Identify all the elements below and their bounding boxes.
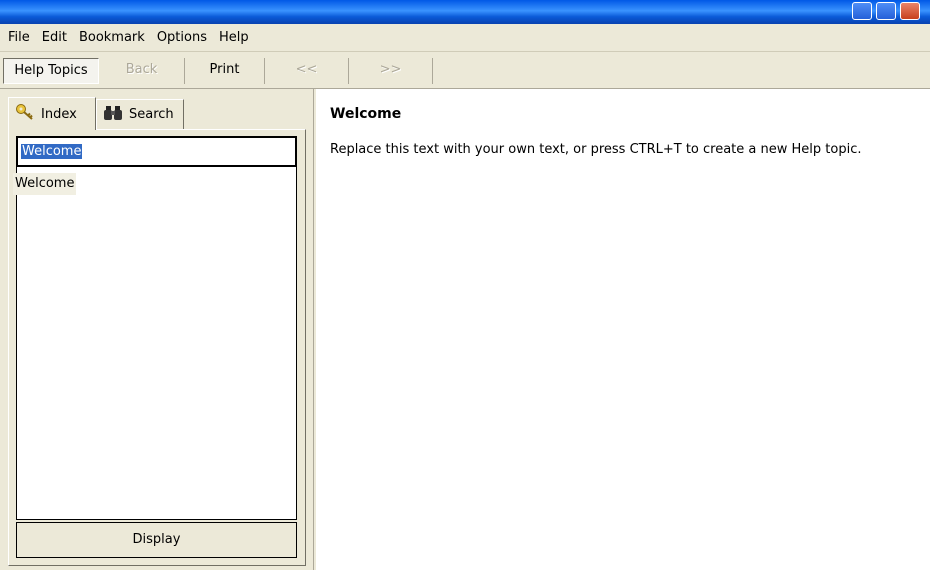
topic-body-text: Replace this text with your own text, or…: [330, 142, 862, 157]
toolbar: Help Topics Back Print << >>: [0, 52, 930, 89]
display-label: Display: [132, 532, 181, 547]
binoculars-icon: [103, 104, 123, 126]
menu-file[interactable]: File: [3, 29, 37, 47]
help-topics-button[interactable]: Help Topics: [3, 58, 99, 84]
back-label: Back: [125, 62, 158, 77]
help-topics-label: Help Topics: [14, 63, 88, 78]
display-button[interactable]: Display: [16, 522, 297, 558]
menu-options[interactable]: Options: [152, 29, 214, 47]
minimize-button[interactable]: [852, 2, 872, 20]
print-label: Print: [209, 62, 240, 77]
previous-topic-label: <<: [295, 62, 318, 77]
menu-edit[interactable]: Edit: [37, 29, 74, 47]
title-bar[interactable]: [0, 0, 930, 24]
navigation-pane: Index Search Welcome Welcome Display: [0, 89, 313, 570]
toolbar-spacer: [432, 58, 930, 84]
next-topic-label: >>: [379, 62, 402, 77]
close-button[interactable]: [900, 2, 920, 20]
index-list-item[interactable]: Welcome: [13, 173, 77, 195]
tab-index[interactable]: Index: [8, 97, 96, 130]
back-button[interactable]: Back: [99, 58, 185, 84]
menu-bookmark[interactable]: Bookmark: [74, 29, 152, 47]
key-icon: [15, 103, 35, 125]
menu-bar: File Edit Bookmark Options Help: [0, 24, 930, 52]
tab-search-label: Search: [129, 107, 174, 122]
topic-content-pane: Welcome Replace this text with your own …: [316, 89, 930, 570]
topic-title: Welcome: [330, 106, 402, 122]
index-input-value: Welcome: [21, 144, 83, 159]
next-topic-button[interactable]: >>: [349, 58, 432, 84]
tab-index-label: Index: [41, 106, 77, 122]
menu-help[interactable]: Help: [214, 29, 256, 47]
tab-search[interactable]: Search: [96, 99, 184, 129]
previous-topic-button[interactable]: <<: [265, 58, 349, 84]
index-search-input[interactable]: Welcome: [16, 136, 297, 167]
print-button[interactable]: Print: [185, 58, 265, 84]
maximize-button[interactable]: [876, 2, 896, 20]
index-topic-list[interactable]: [16, 167, 297, 520]
